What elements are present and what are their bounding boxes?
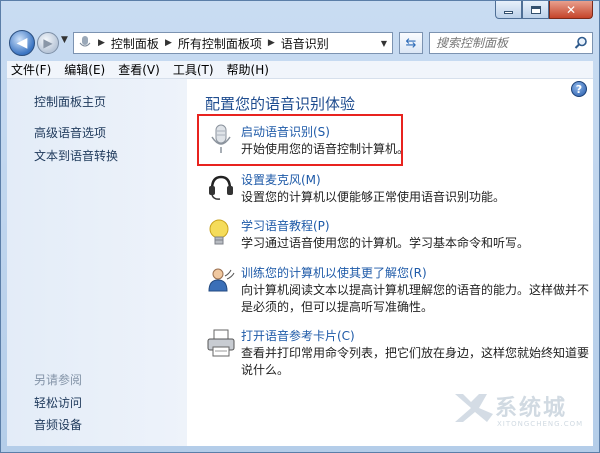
breadcrumb-all-items[interactable]: 所有控制面板项 — [178, 35, 262, 52]
menu-edit[interactable]: 编辑(E) — [64, 61, 105, 78]
task-link-reference-card[interactable]: 打开语音参考卡片(C) — [241, 327, 355, 344]
menu-tools[interactable]: 工具(T) — [173, 61, 214, 78]
maximize-icon — [530, 5, 541, 14]
address-dropdown[interactable]: ▼ — [376, 33, 392, 53]
task-link-tutorial[interactable]: 学习语音教程(P) — [241, 217, 330, 234]
caption-buttons: ✕ — [495, 1, 593, 19]
headset-icon — [205, 171, 237, 203]
see-also-heading: 另请参阅 — [34, 373, 83, 387]
sidebar-link-audio-devices[interactable]: 音频设备 — [34, 416, 82, 433]
back-button[interactable]: ◀ — [9, 30, 35, 56]
sidebar-link-home[interactable]: 控制面板主页 — [34, 93, 106, 110]
site-watermark: 系统城 XITONGCHENG.COM — [449, 386, 582, 436]
close-button[interactable]: ✕ — [549, 1, 593, 19]
highlight-box — [197, 114, 403, 166]
refresh-button[interactable]: ⇆ — [399, 32, 423, 54]
watermark-subtext: XITONGCHENG.COM — [497, 420, 584, 428]
sidebar-link-text-to-speech[interactable]: 文本到语音转换 — [34, 147, 118, 164]
breadcrumb-separator[interactable]: ▶ — [165, 38, 172, 48]
maximize-button[interactable] — [522, 1, 549, 19]
search-input[interactable] — [430, 36, 560, 50]
search-box — [429, 32, 593, 54]
task-link-train[interactable]: 训练您的计算机以使其更了解您(R) — [241, 264, 427, 281]
menu-bar: 文件(F) 编辑(E) 查看(V) 工具(T) 帮助(H) — [7, 61, 593, 79]
menu-view[interactable]: 查看(V) — [118, 61, 160, 78]
menu-file[interactable]: 文件(F) — [11, 61, 51, 78]
breadcrumb-separator[interactable]: ▶ — [98, 38, 105, 48]
watermark-logo-icon — [455, 394, 493, 422]
watermark-text: 系统城 — [495, 396, 568, 421]
control-panel-icon — [78, 36, 92, 50]
forward-arrow-icon: ▶ — [43, 36, 53, 50]
breadcrumb-speech-recognition[interactable]: 语音识别 — [281, 35, 329, 52]
sidebar: 控制面板主页 高级语音选项 文本到语音转换 另请参阅 轻松访问 音频设备 — [7, 79, 187, 446]
lightbulb-icon — [205, 217, 237, 249]
task-desc-train: 向计算机阅读文本以提高计算机理解您的语音的能力。这样做并不是必须的，但可以提高听… — [241, 283, 590, 314]
address-bar[interactable]: ▶ 控制面板 ▶ 所有控制面板项 ▶ 语音识别 ▼ — [73, 32, 393, 54]
task-desc-setup-mic: 设置您的计算机以便能够正常使用语音识别功能。 — [241, 190, 506, 204]
menu-help[interactable]: 帮助(H) — [227, 61, 269, 78]
user-train-icon — [205, 264, 237, 296]
close-icon: ✕ — [565, 2, 577, 17]
back-arrow-icon: ◀ — [16, 35, 28, 51]
minimize-button[interactable] — [495, 1, 522, 19]
task-desc-reference-card: 查看并打印常用命令列表，把它们放在身边，这样您就始终知道要说什么。 — [241, 346, 590, 377]
printer-icon — [205, 327, 237, 359]
task-link-setup-mic[interactable]: 设置麦克风(M) — [241, 171, 321, 188]
help-icon[interactable]: ? — [571, 81, 587, 97]
minimize-icon — [504, 11, 513, 14]
window-frame: ✕ ◀ ▶ ▼ ▶ 控制面板 ▶ 所有控制面板项 ▶ 语音识别 ▼ ⇆ 文件(F… — [0, 0, 600, 453]
page-title: 配置您的语音识别体验 — [205, 95, 356, 113]
refresh-icon: ⇆ — [405, 35, 417, 51]
breadcrumb-control-panel[interactable]: 控制面板 — [111, 35, 159, 52]
recent-pages-dropdown[interactable]: ▼ — [61, 35, 68, 45]
sidebar-link-advanced-speech[interactable]: 高级语音选项 — [34, 124, 106, 141]
sidebar-link-ease-of-access[interactable]: 轻松访问 — [34, 394, 82, 411]
breadcrumb-separator[interactable]: ▶ — [268, 38, 275, 48]
navigation-row: ◀ ▶ ▼ ▶ 控制面板 ▶ 所有控制面板项 ▶ 语音识别 ▼ ⇆ — [7, 28, 593, 58]
forward-button[interactable]: ▶ — [37, 32, 59, 54]
task-desc-tutorial: 学习通过语音使用您的计算机。学习基本命令和听写。 — [241, 236, 530, 250]
search-icon[interactable] — [574, 36, 588, 50]
